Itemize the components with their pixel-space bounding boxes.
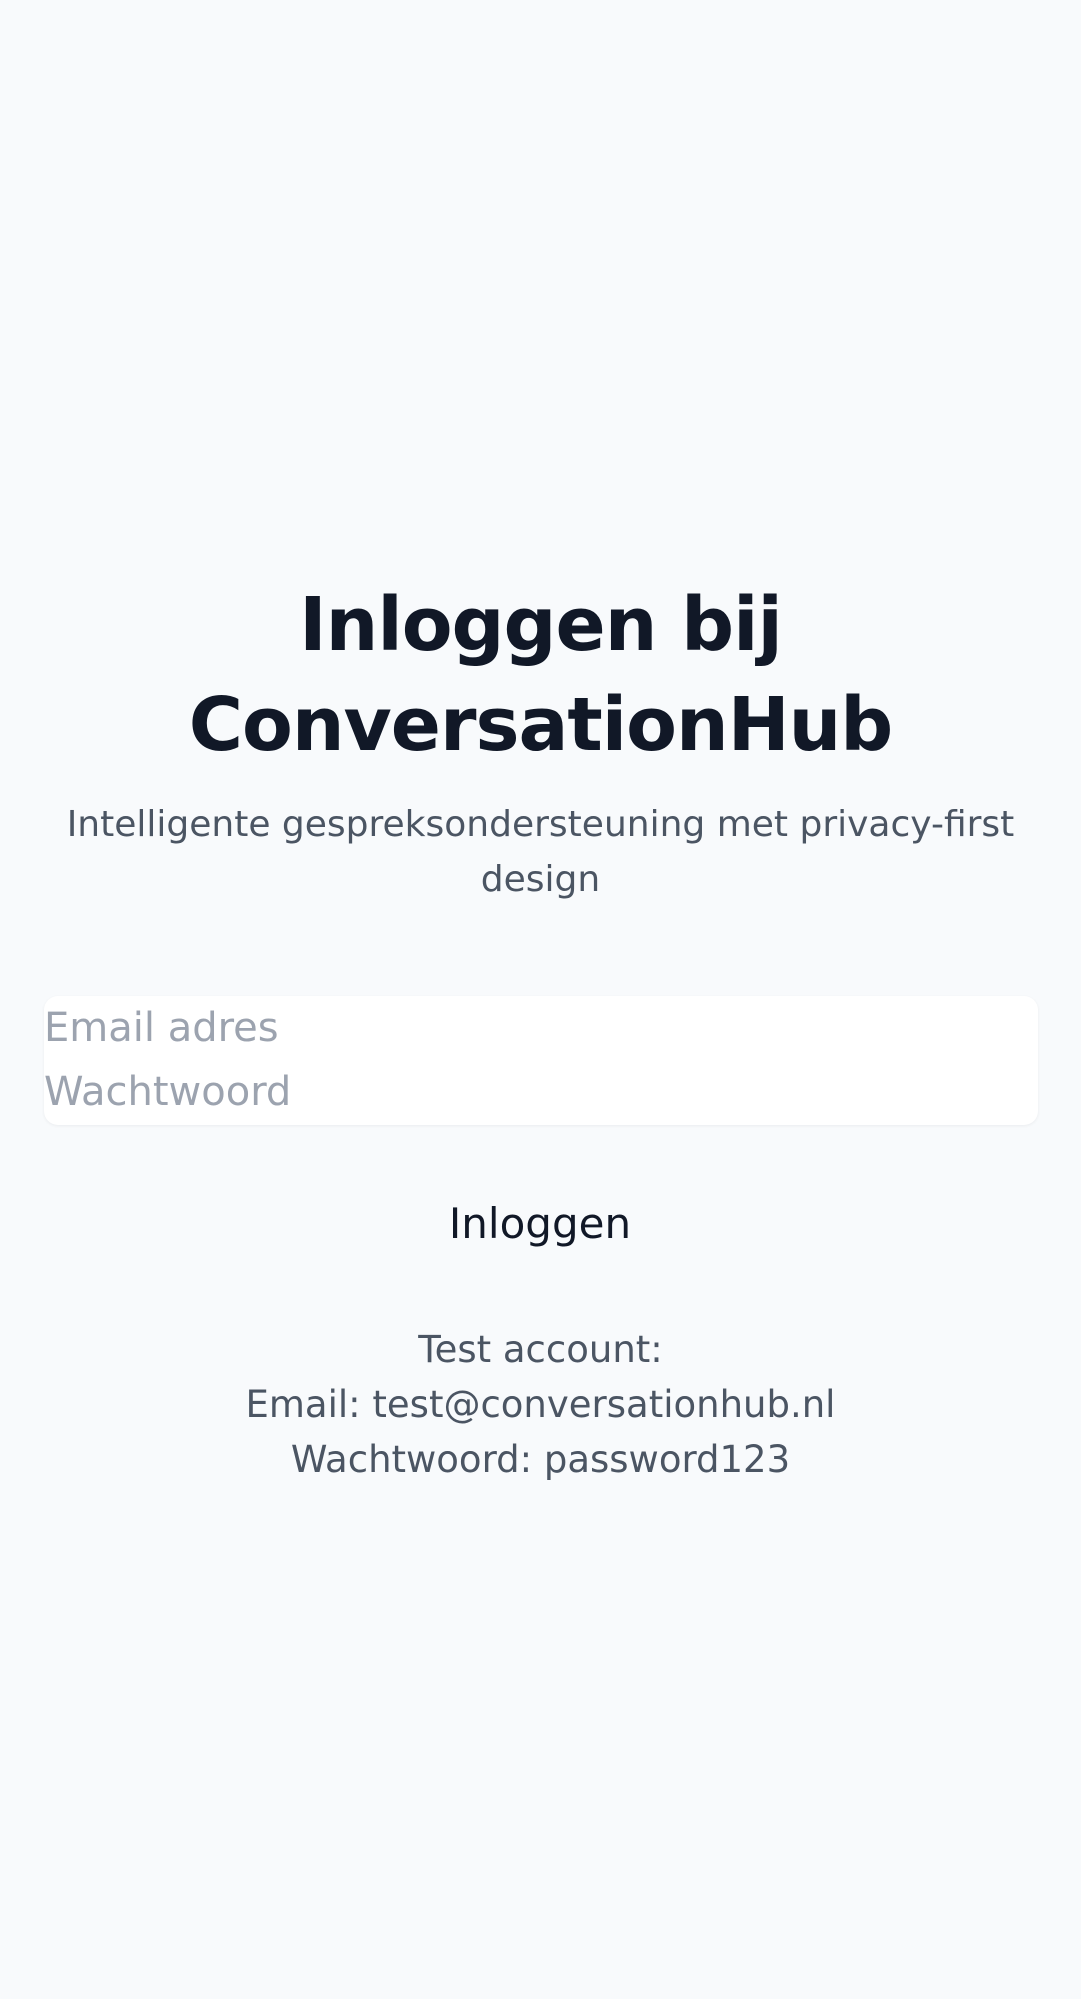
page-subtitle: Intelligente gespreksondersteuning met p…	[66, 804, 1015, 900]
test-account-email: Email: test@conversationhub.nl	[245, 1383, 836, 1426]
login-form	[44, 996, 1038, 1125]
login-button[interactable]: Inloggen	[340, 1190, 740, 1256]
page-title-line-2: ConversationHub	[188, 682, 894, 768]
page-title-line-1: Inloggen bij	[299, 582, 783, 668]
login-page: Inloggen bij ConversationHub Intelligent…	[0, 0, 1081, 1999]
test-account-heading: Test account:	[418, 1328, 663, 1371]
login-header: Inloggen bij ConversationHub Intelligent…	[0, 575, 1081, 907]
test-account-password: Wachtwoord: password123	[290, 1438, 791, 1481]
page-title: Inloggen bij ConversationHub	[0, 575, 1081, 775]
email-input[interactable]	[44, 996, 1038, 1060]
password-input[interactable]	[44, 1060, 1038, 1124]
test-account-info: Test account: Email: test@conversationhu…	[0, 1322, 1081, 1487]
